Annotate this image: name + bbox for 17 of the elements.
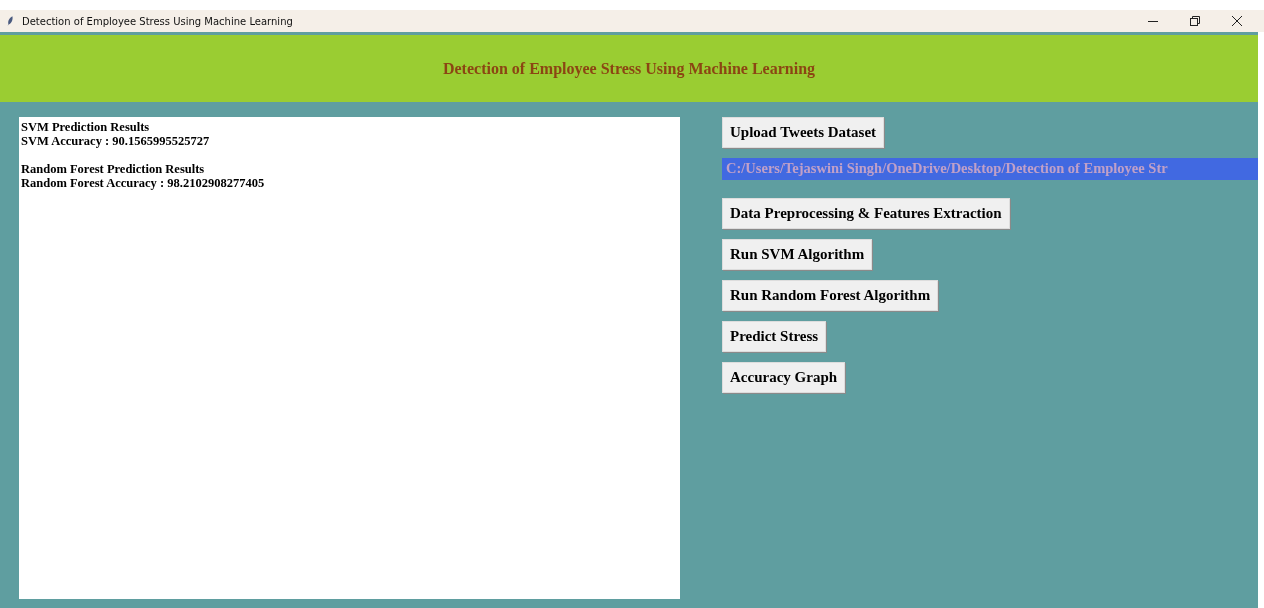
window-title: Detection of Employee Stress Using Machine Learning: [22, 15, 293, 27]
action-button[interactable]: Predict Stress: [722, 321, 827, 352]
action-button[interactable]: Run SVM Algorithm: [722, 239, 873, 270]
file-path-label: C:/Users/Tejaswini Singh/OneDrive/Desktop/Detection of Employee Str: [722, 158, 1258, 180]
output-line: SVM Prediction Results: [21, 120, 150, 134]
action-button[interactable]: Accuracy Graph: [722, 362, 846, 393]
restore-icon[interactable]: [1190, 16, 1200, 26]
output-line: Random Forest Accuracy : 98.2102908277405: [21, 176, 265, 190]
action-button[interactable]: Data Preprocessing & Features Extraction: [722, 198, 1010, 229]
action-button[interactable]: Run Random Forest Algorithm: [722, 280, 939, 311]
output-line: SVM Accuracy : 90.1565995525727: [21, 134, 210, 148]
output-line: Random Forest Prediction Results: [21, 162, 205, 176]
close-icon[interactable]: [1232, 16, 1242, 26]
feather-icon: [6, 15, 14, 27]
app-title: Detection of Employee Stress Using Machine Learning: [442, 59, 816, 78]
action-button[interactable]: Upload Tweets Dataset: [722, 117, 885, 148]
output-text-area[interactable]: SVM Prediction Results SVM Accuracy : 90.1565995525727 Random Forest Prediction Results Random Forest Accuracy : 98.2102908277405: [19, 117, 680, 599]
